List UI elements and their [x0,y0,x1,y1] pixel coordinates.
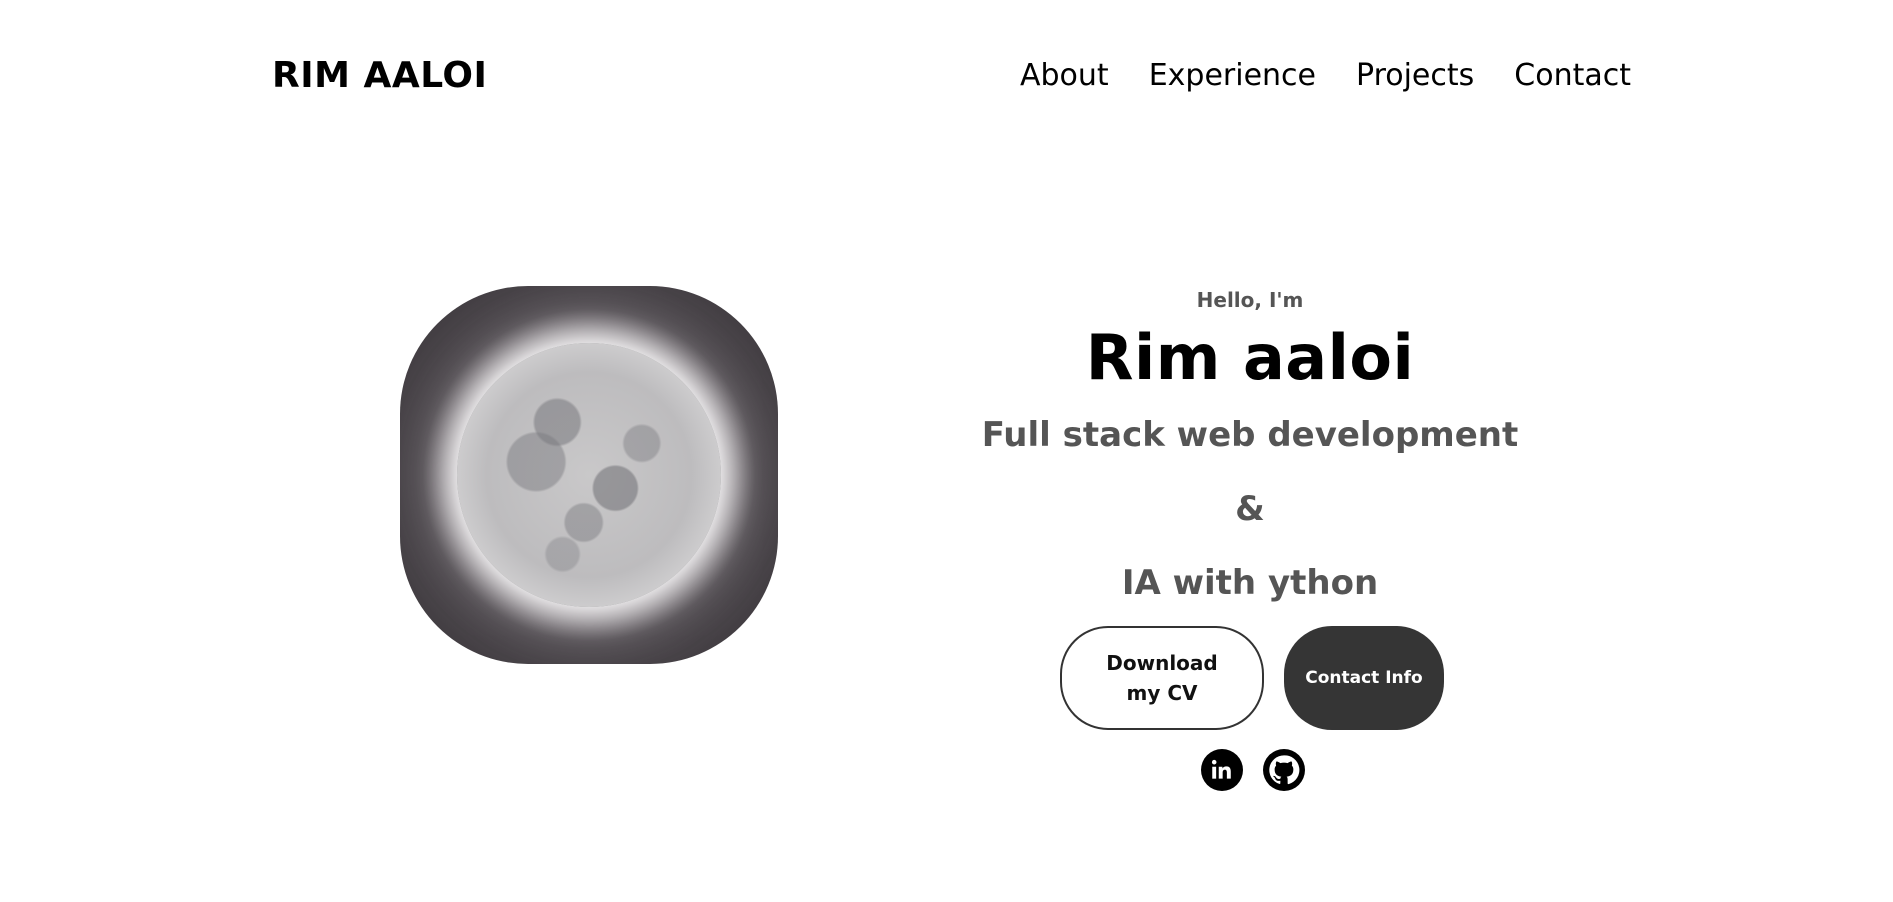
nav-item-projects: Projects [1356,54,1474,98]
top-navigation: RIM AALOI About Experience Projects Cont… [0,0,1893,152]
role-line-2: & [1235,489,1265,529]
portfolio-page: RIM AALOI About Experience Projects Cont… [0,0,1893,902]
linkedin-glyph [1211,759,1231,779]
social-links [1201,749,1305,791]
profile-picture [400,286,778,664]
github-icon[interactable] [1263,749,1305,791]
github-glyph [1264,750,1304,790]
nav-item-about: About [1020,54,1109,98]
moon-image [457,343,721,607]
role-line-1: Full stack web development [981,415,1519,455]
role-title: Full stack web development & IA with yth… [950,398,1550,620]
nav-item-experience: Experience [1149,54,1316,98]
hero-text: Hello, I'm Rim aaloi Full stack web deve… [950,280,1550,620]
profile-name: Rim aaloi [1085,321,1415,394]
download-cv-button[interactable]: Download my CV [1060,626,1264,730]
nav-link-projects[interactable]: Projects [1356,58,1474,93]
greeting-text: Hello, I'm [1196,288,1304,312]
nav-links: About Experience Projects Contact [1020,54,1631,98]
nav-item-contact: Contact [1514,54,1631,98]
site-logo[interactable]: RIM AALOI [272,52,487,100]
nav-link-contact[interactable]: Contact [1514,58,1631,93]
nav-link-about[interactable]: About [1020,58,1109,93]
nav-link-experience[interactable]: Experience [1149,58,1316,93]
contact-info-button[interactable]: Contact Info [1284,626,1444,730]
role-line-3: IA with ython [1121,563,1379,603]
hero-buttons: Download my CV Contact Info [1060,626,1444,730]
linkedin-icon[interactable] [1201,749,1243,791]
